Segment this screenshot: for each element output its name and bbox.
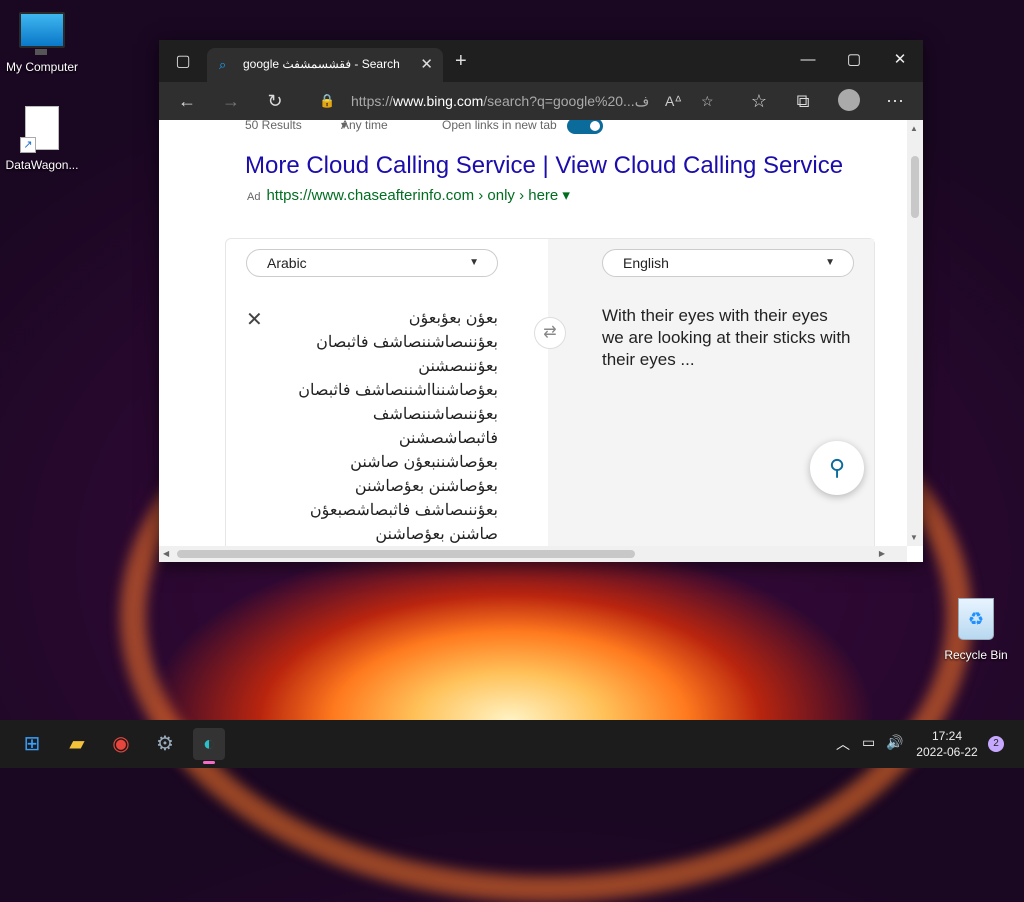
source-language-select[interactable]: Arabic ▼: [246, 249, 498, 277]
result-count: 50 Results: [245, 120, 302, 132]
file-shortcut-icon: ↗: [20, 106, 59, 153]
settings-icon[interactable]: ⚙: [149, 728, 181, 760]
desktop-icon-label: Recycle Bin: [944, 648, 1008, 662]
chevron-down-icon: ▼: [469, 257, 479, 268]
volume-icon[interactable]: 🔊: [886, 734, 903, 751]
tab-actions-icon[interactable]: ▢: [167, 50, 199, 74]
page-content: 50 Results Any time ▾ Open links in new …: [159, 120, 907, 546]
clock-date: 2022-06-22: [916, 745, 978, 759]
refresh-button[interactable]: ↻: [261, 89, 289, 113]
taskbar: ⊞ ▰ ◉ ⚙ ◐ ︿ ▭ 🔊 17:24 2022-06-22 2: [0, 720, 1024, 768]
swap-languages-icon[interactable]: ⇄: [534, 317, 566, 349]
ad-title-link[interactable]: More Cloud Calling Service | View Cloud …: [245, 152, 843, 180]
desktop-icon-label: My Computer: [5, 60, 79, 74]
network-icon[interactable]: ▭: [862, 734, 875, 751]
chrome-icon[interactable]: ◉: [105, 728, 137, 760]
desktop-icon-datawagon[interactable]: ↗ DataWagon...: [0, 106, 84, 172]
lock-icon: 🔒: [319, 93, 336, 108]
search-button[interactable]: ⚲: [810, 441, 864, 495]
translator-output-panel: [548, 239, 874, 546]
address-url: https://www.bing.com/search?q=google%20.…: [351, 93, 650, 109]
profile-avatar[interactable]: [835, 89, 863, 113]
source-text-input[interactable]: بعؤن بعؤبعؤن بعؤننىصاشننصاشف فاثبصان بعؤ…: [266, 307, 498, 546]
add-favorite-icon[interactable]: ☆: [701, 86, 714, 116]
minimize-button[interactable]: —: [785, 40, 831, 80]
collections-icon[interactable]: ⧉: [789, 89, 817, 113]
clock[interactable]: 17:24 2022-06-22: [912, 728, 982, 760]
desktop-icon-recycle-bin[interactable]: ♻ Recycle Bin: [934, 598, 1018, 662]
file-explorer-icon[interactable]: ▰: [61, 728, 93, 760]
ad-label: Ad: [247, 191, 261, 203]
clock-time: 17:24: [931, 729, 963, 743]
new-tab-button[interactable]: +: [455, 50, 467, 73]
scrollbar-thumb[interactable]: [177, 550, 635, 558]
horizontal-scrollbar[interactable]: ◀ ▶: [159, 546, 907, 562]
close-window-button[interactable]: ✕: [877, 40, 923, 80]
recycle-bin-icon: ♻: [958, 598, 994, 640]
tab-title: google فقشسمشفث - Search: [243, 57, 400, 71]
search-icon: ⌕: [219, 57, 227, 72]
address-bar[interactable]: 🔒 https://www.bing.com/search?q=google%2…: [309, 86, 729, 116]
browser-window: ▢ ⌕ google فقشسمشفث - Search ✕ + — ▢ ✕ ←…: [159, 40, 923, 562]
read-aloud-icon[interactable]: Aᐞ: [665, 86, 682, 116]
time-filter[interactable]: Any time ▾: [341, 120, 388, 132]
browser-tab[interactable]: ⌕ google فقشسمشفث - Search ✕: [207, 48, 443, 82]
desktop-icon-label: DataWagon...: [5, 158, 79, 172]
forward-button[interactable]: →: [217, 89, 245, 113]
chevron-down-icon: ▼: [825, 257, 835, 268]
clear-text-icon[interactable]: ✕: [246, 307, 263, 332]
browser-toolbar: ← → ↻ 🔒 https://www.bing.com/search?q=go…: [159, 82, 923, 120]
more-menu-icon[interactable]: ⋯: [881, 89, 909, 113]
translator-card: Arabic ▼ English ▼ ✕ بعؤن بعؤبعؤن بعؤننىصا…: [225, 238, 875, 546]
vertical-scrollbar[interactable]: ▲ ▼: [907, 120, 923, 546]
start-button[interactable]: ⊞: [16, 728, 48, 760]
open-links-toggle[interactable]: [567, 120, 603, 134]
open-links-label: Open links in new tab: [442, 120, 557, 132]
notification-badge[interactable]: 2: [988, 736, 1004, 752]
favorites-icon[interactable]: ☆: [745, 89, 773, 113]
target-language-select[interactable]: English ▼: [602, 249, 854, 277]
scrollbar-thumb[interactable]: [911, 156, 919, 218]
ad-url[interactable]: Ad https://www.chaseafterinfo.com › only …: [247, 186, 570, 204]
maximize-button[interactable]: ▢: [831, 40, 877, 80]
back-button[interactable]: ←: [173, 89, 201, 113]
monitor-icon: [19, 12, 65, 55]
edge-icon[interactable]: ◐: [193, 728, 225, 764]
tab-bar: ▢ ⌕ google فقشسمشفث - Search ✕ + — ▢ ✕: [159, 40, 923, 82]
translation-output: With their eyes with their eyes we are l…: [602, 306, 851, 369]
tray-overflow-icon[interactable]: ︿: [836, 734, 850, 754]
desktop-icon-my-computer[interactable]: My Computer: [0, 12, 84, 74]
close-tab-icon[interactable]: ✕: [420, 55, 433, 73]
